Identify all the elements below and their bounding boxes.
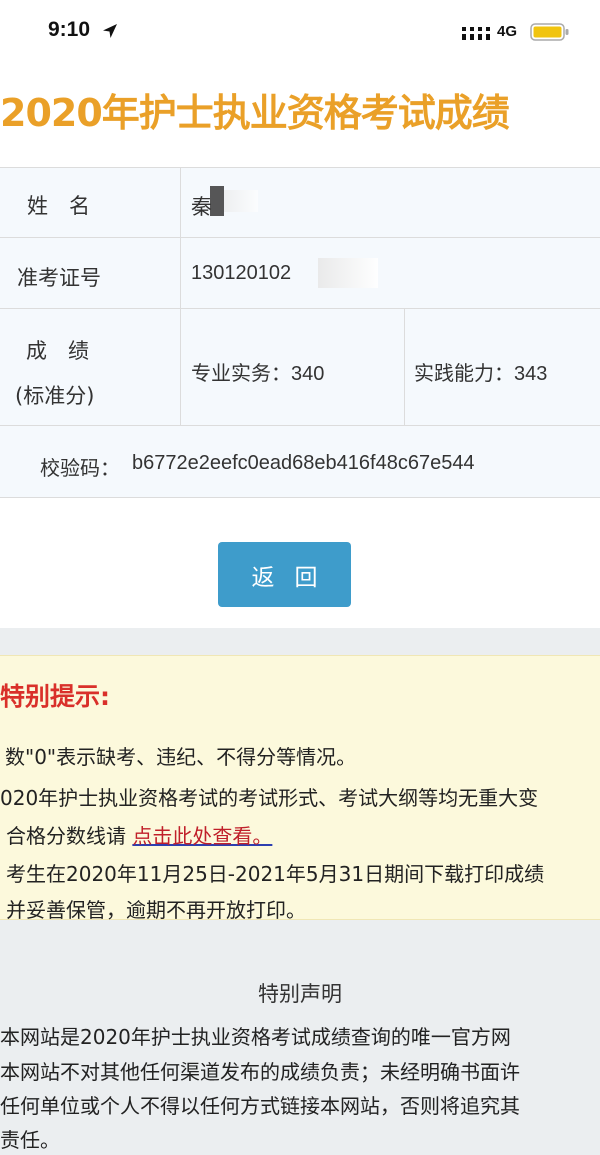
declaration-line: 本网站是2020年护士执业资格考试成绩查询的唯一官方网 (0, 1025, 511, 1049)
location-arrow-icon (103, 24, 117, 38)
notice-line: 并妥善保管，逾期不再开放打印。 (6, 898, 306, 922)
redaction-mark (318, 258, 378, 288)
checksum-value: b6772e2eefc0ead68eb416f48c67e544 (132, 452, 475, 474)
cellular-signal-icon (462, 27, 490, 40)
passing-score-link[interactable]: 点击此处查看。 (132, 824, 272, 848)
page-title: 2020年护士执业资格考试成绩 (0, 91, 510, 135)
declaration-line: 任何单位或个人不得以任何方式链接本网站，否则将追究其 (0, 1094, 520, 1118)
table-divider (0, 308, 600, 309)
table-divider (0, 497, 600, 498)
table-divider (404, 308, 405, 425)
declaration-line: 本网站不对其他任何渠道发布的成绩负责；未经明确书面许 (0, 1060, 520, 1084)
back-button[interactable]: 返回 (218, 542, 351, 607)
status-bar: 9:10 4G (0, 0, 600, 62)
score-table (0, 167, 600, 497)
redaction-mark (224, 190, 258, 212)
practical-ability-score: 实践能力：343 (414, 363, 548, 385)
battery-icon (530, 23, 569, 41)
declaration-line: 责任。 (0, 1128, 60, 1152)
table-divider (180, 167, 181, 425)
exam-id-label: 准考证号 (17, 266, 101, 290)
exam-id-value: 130120102 (191, 262, 292, 284)
notice-line: 考生在2020年11月25日-2021年5月31日期间下载打印成绩 (6, 862, 545, 886)
score-label: 成 绩 (26, 339, 89, 363)
notice-title: 特别提示: (0, 682, 110, 711)
professional-practice-score: 专业实务：340 (191, 363, 325, 385)
redaction-mark (210, 186, 224, 216)
table-divider (0, 167, 600, 168)
checksum-label: 校验码： (40, 458, 120, 480)
name-label: 姓 名 (27, 194, 90, 218)
table-divider (0, 237, 600, 238)
score-label-sub: (标准分) (15, 384, 95, 408)
name-value: 秦 (191, 196, 212, 219)
notice-line: 合格分数线请 点击此处查看。 (6, 820, 272, 849)
notice-line-prefix: 合格分数线请 (6, 824, 126, 848)
notice-line: 数"0"表示缺考、违纪、不得分等情况。 (5, 745, 357, 769)
notice-line: 020年护士执业资格考试的考试形式、考试大纲等均无重大变 (0, 786, 539, 810)
table-divider (0, 425, 600, 426)
status-time: 9:10 (48, 18, 91, 41)
network-type: 4G (497, 23, 518, 40)
declaration-title: 特别声明 (258, 982, 342, 1006)
